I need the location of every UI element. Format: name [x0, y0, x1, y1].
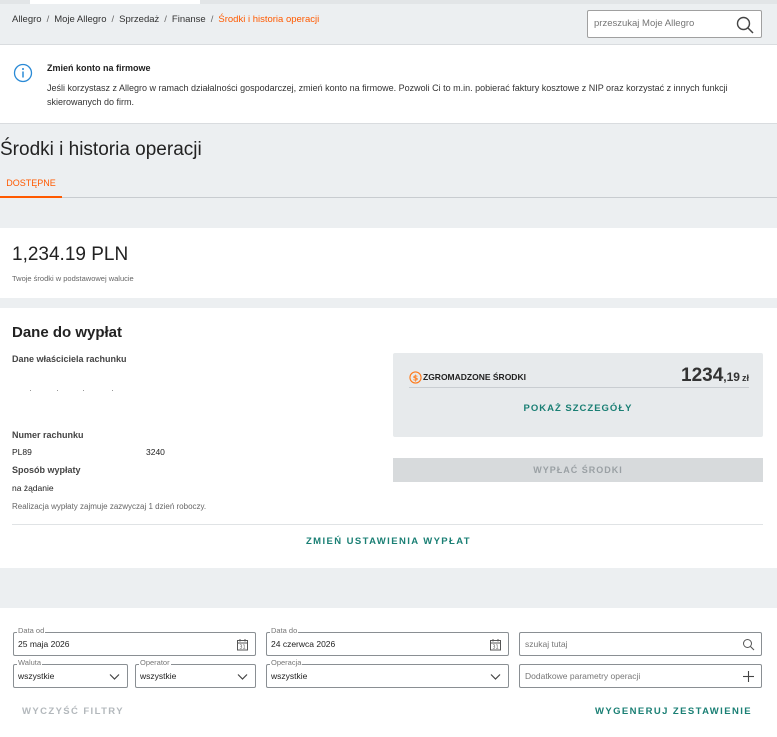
- plus-icon[interactable]: [742, 670, 755, 683]
- tab-dostepne[interactable]: DOSTĘPNE: [0, 172, 62, 198]
- svg-text:31: 31: [492, 645, 498, 651]
- breadcrumb-item-finanse[interactable]: Finanse: [172, 14, 206, 25]
- info-icon: [13, 63, 33, 83]
- account-number-end: 3240: [146, 447, 165, 457]
- change-payout-settings-button[interactable]: ZMIEŃ USTAWIENIA WYPŁAT: [0, 536, 777, 547]
- search-icon[interactable]: [735, 15, 755, 35]
- chevron-down-icon: [490, 674, 501, 680]
- operator-legend: Operator: [139, 658, 171, 668]
- currency-legend: Waluta: [17, 658, 43, 668]
- clear-filters-button[interactable]: WYCZYŚĆ FILTRY: [22, 706, 124, 717]
- chevron-down-icon: [109, 674, 120, 680]
- payout-title: Dane do wypłat: [12, 324, 123, 341]
- chevron-down-icon: [237, 674, 248, 680]
- payout-method-note: Realizacja wypłaty zajmuje zazwyczaj 1 d…: [12, 502, 207, 511]
- collected-funds-label: ZGROMADZONE ŚRODKI: [423, 372, 526, 382]
- collected-funds-cents: ,19: [723, 370, 740, 384]
- date-to-value: 24 czerwca 2026: [271, 639, 336, 649]
- owner-data-redacted: [30, 390, 114, 392]
- info-title: Zmień konto na firmowe: [47, 63, 151, 73]
- divider: [12, 524, 763, 525]
- breadcrumb-separator: /: [164, 14, 167, 25]
- calendar-icon[interactable]: 31: [489, 638, 502, 651]
- collected-funds-currency: zł: [741, 373, 749, 383]
- collected-funds-box: $ ZGROMADZONE ŚRODKI 1234,19 zł POKAŻ SZC…: [393, 353, 763, 437]
- operator-select[interactable]: Operator wszystkie: [135, 658, 256, 688]
- divider: [409, 387, 749, 388]
- calendar-icon[interactable]: 31: [236, 638, 249, 651]
- collected-funds-int: 1234: [681, 365, 724, 386]
- currency-value: wszystkie: [18, 671, 55, 681]
- breadcrumb-current: Środki i historia operacji: [218, 14, 320, 25]
- operation-value: wszystkie: [271, 671, 308, 681]
- breadcrumb-item-sprzedaz[interactable]: Sprzedaż: [119, 14, 159, 25]
- coin-icon: $: [409, 371, 422, 384]
- owner-label: Dane właściciela rachunku: [12, 354, 127, 364]
- extra-params-field[interactable]: Dodatkowe parametry operacji: [519, 664, 762, 688]
- operations-search-placeholder: szukaj tutaj: [525, 639, 568, 649]
- svg-text:31: 31: [239, 645, 245, 651]
- date-from-field[interactable]: Data od 25 maja 2026 31: [13, 626, 256, 656]
- date-to-field[interactable]: Data do 24 czerwca 2026 31: [266, 626, 509, 656]
- search-icon[interactable]: [742, 638, 755, 651]
- account-number-start: PL89: [12, 447, 32, 457]
- generate-statement-button[interactable]: WYGENERUJ ZESTAWIENIE: [595, 706, 752, 717]
- collected-funds-value: 1234,19 zł: [681, 365, 749, 387]
- header: Allegro / Moje Allegro / Sprzedaż / Finanse / Śr…: [0, 4, 777, 44]
- info-banner: Zmień konto na firmowe Jeśli korzystasz …: [0, 44, 777, 124]
- breadcrumb-item-moje-allegro[interactable]: Moje Allegro: [54, 14, 106, 25]
- payout-method-label: Sposób wypłaty: [12, 465, 81, 475]
- date-from-value: 25 maja 2026: [18, 639, 70, 649]
- balance-amount: 1,234.19 PLN: [12, 244, 129, 265]
- payout-method-value: na żądanie: [12, 483, 54, 493]
- date-to-legend: Data do: [270, 626, 299, 636]
- breadcrumb-item-allegro[interactable]: Allegro: [12, 14, 42, 25]
- tab-bar: DOSTĘPNE: [0, 172, 777, 198]
- breadcrumb-separator: /: [46, 14, 50, 25]
- info-text: Jeśli korzystasz z Allegro w ramach dzia…: [47, 83, 728, 107]
- svg-text:$: $: [413, 373, 418, 382]
- breadcrumb-separator: /: [111, 14, 115, 25]
- operation-legend: Operacja: [270, 658, 303, 668]
- show-details-button[interactable]: POKAŻ SZCZEGÓŁY: [393, 403, 763, 414]
- operations-search-field[interactable]: szukaj tutaj: [519, 632, 762, 656]
- operator-value: wszystkie: [140, 671, 177, 681]
- extra-params-placeholder: Dodatkowe parametry operacji: [525, 671, 641, 681]
- search-box: [587, 10, 762, 38]
- account-number-label: Numer rachunku: [12, 430, 84, 440]
- withdraw-funds-button[interactable]: WYPŁAĆ ŚRODKI: [393, 458, 763, 482]
- date-from-legend: Data od: [17, 626, 46, 636]
- payout-card: Dane do wypłat Dane właściciela rachunku…: [0, 308, 777, 568]
- breadcrumb: Allegro / Moje Allegro / Sprzedaż / Finanse / Śr…: [12, 14, 319, 25]
- page-title: Środki i historia operacji: [0, 139, 202, 160]
- currency-select[interactable]: Waluta wszystkie: [13, 658, 128, 688]
- balance-caption: Twoje środki w podstawowej walucie: [12, 274, 134, 283]
- filters-panel: Data od 25 maja 2026 31 Data do 24 czerw…: [0, 608, 777, 737]
- balance-card: 1,234.19 PLN Twoje środki w podstawowej …: [0, 228, 777, 298]
- breadcrumb-separator: /: [210, 14, 214, 25]
- search-input[interactable]: [594, 18, 734, 29]
- operation-select[interactable]: Operacja wszystkie: [266, 658, 509, 688]
